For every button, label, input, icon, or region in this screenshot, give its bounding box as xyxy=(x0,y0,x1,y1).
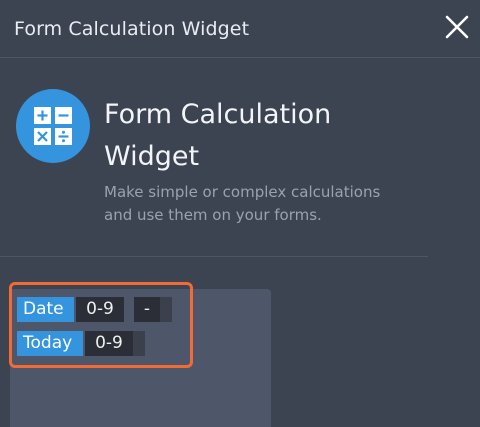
close-button[interactable] xyxy=(444,14,470,40)
calculator-icon xyxy=(16,89,90,163)
widget-title-line: Form Calculation xyxy=(104,99,332,130)
panel-header: Form Calculation Widget xyxy=(0,0,480,58)
widget-details-panel: Form Calculation Widget Form Calculation… xyxy=(0,0,480,427)
panel-title: Form Calculation Widget xyxy=(14,18,250,40)
close-icon xyxy=(445,15,469,39)
widget-title: Form Calculation Widget xyxy=(104,94,404,178)
widget-description: Make simple or complex calculations and … xyxy=(104,181,424,227)
widget-description-line: Make simple or complex calculations xyxy=(104,183,381,201)
widget-description-line: and use them on your forms. xyxy=(104,206,322,224)
section-divider xyxy=(0,256,428,257)
preview-highlight-box xyxy=(9,282,193,368)
widget-title-line: Widget xyxy=(104,141,200,172)
